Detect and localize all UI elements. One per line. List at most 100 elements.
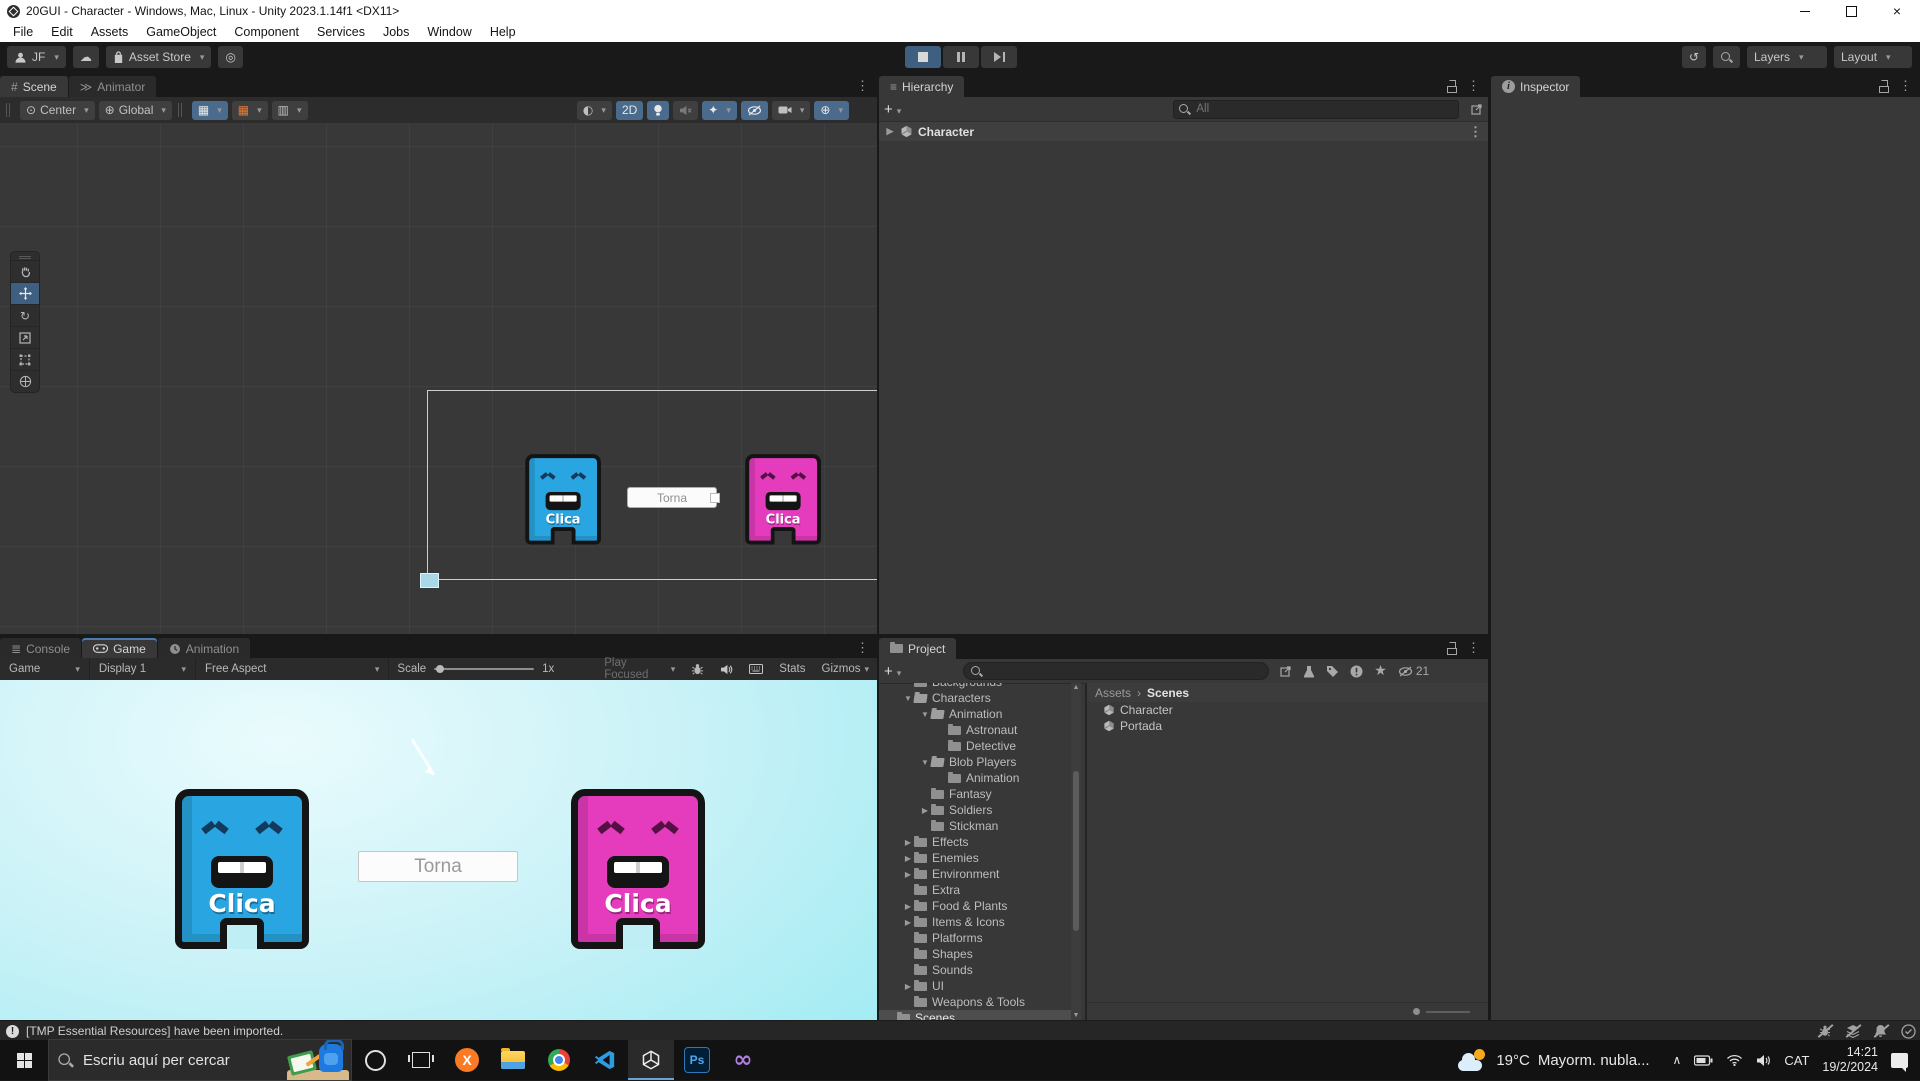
project-tree-item[interactable]: ▼Characters: [879, 690, 1077, 706]
clock[interactable]: 14:21 19/2/2024: [1822, 1045, 1878, 1075]
project-tree-item[interactable]: ▶Items & Icons: [879, 914, 1077, 930]
tab-console[interactable]: ≣ Console: [0, 638, 81, 659]
shading-mode-dropdown[interactable]: ◐: [577, 101, 612, 120]
expand-arrow-icon[interactable]: ▶: [885, 126, 895, 137]
audio-toggle[interactable]: [673, 101, 698, 120]
rect-tool[interactable]: [11, 348, 39, 370]
search-by-label-icon[interactable]: [1326, 665, 1339, 678]
project-tree-item[interactable]: ▼Blob Players: [879, 754, 1077, 770]
step-button[interactable]: [981, 46, 1017, 68]
breadcrumb-current[interactable]: Scenes: [1147, 686, 1189, 700]
project-tree-item[interactable]: ▶Effects: [879, 834, 1077, 850]
search-by-type-icon[interactable]: [1303, 665, 1315, 678]
character-blue-scene[interactable]: Clica: [523, 453, 603, 545]
torna-button-game[interactable]: Torna: [358, 851, 518, 882]
debugger-disabled-icon[interactable]: [1818, 1024, 1832, 1038]
project-tree-item[interactable]: Backgrounds: [879, 683, 1077, 690]
menu-edit[interactable]: Edit: [42, 25, 82, 39]
tree-arrow-icon[interactable]: ▶: [919, 806, 931, 815]
tools-grip[interactable]: [11, 252, 39, 260]
tab-scene[interactable]: # Scene: [0, 76, 68, 97]
project-tree-item[interactable]: ▶Enemies: [879, 850, 1077, 866]
project-tree-item[interactable]: Astronaut: [879, 722, 1077, 738]
project-tree-item[interactable]: ▶Environment: [879, 866, 1077, 882]
cloud-services-button[interactable]: ☁: [73, 46, 99, 68]
wifi-icon[interactable]: [1726, 1054, 1743, 1066]
snap-increment-button[interactable]: ▦: [232, 101, 268, 120]
maximize-button[interactable]: [1828, 0, 1874, 22]
vsync-button[interactable]: [741, 658, 771, 680]
character-pink-game[interactable]: Clica: [567, 787, 709, 949]
menu-assets[interactable]: Assets: [82, 25, 138, 39]
tree-arrow-icon[interactable]: ▶: [902, 902, 914, 911]
lock-icon[interactable]: [1878, 80, 1889, 92]
ui-anchor-handle[interactable]: [710, 493, 720, 503]
project-menu-kebab[interactable]: ⋮: [1467, 640, 1480, 656]
menu-window[interactable]: Window: [418, 25, 480, 39]
tree-scrollbar[interactable]: ▲ ▼: [1071, 683, 1081, 1020]
project-tree-item[interactable]: Platforms: [879, 930, 1077, 946]
project-search[interactable]: [963, 662, 1269, 680]
hierarchy-search[interactable]: [1173, 100, 1459, 119]
notifications-disabled-icon[interactable]: [1874, 1024, 1887, 1038]
zoom-slider-knob[interactable]: [1413, 1008, 1420, 1015]
hand-tool[interactable]: [11, 260, 39, 282]
project-tree-item[interactable]: Extra: [879, 882, 1077, 898]
menu-services[interactable]: Services: [308, 25, 374, 39]
scene-row-kebab[interactable]: ⋮: [1469, 124, 1482, 140]
project-tree-item[interactable]: Stickman: [879, 818, 1077, 834]
file-item[interactable]: Character: [1087, 702, 1488, 718]
inspector-menu-kebab[interactable]: ⋮: [1899, 78, 1912, 94]
close-button[interactable]: ×: [1874, 0, 1920, 22]
character-blue-game[interactable]: Clica: [171, 787, 313, 949]
mode-2d-toggle[interactable]: 2D: [616, 101, 643, 120]
start-button[interactable]: [0, 1040, 48, 1080]
undo-history-button[interactable]: ↺: [1682, 46, 1706, 68]
volume-icon[interactable]: [1756, 1054, 1771, 1067]
scale-slider[interactable]: [434, 668, 534, 670]
project-tree-item[interactable]: Fantasy: [879, 786, 1077, 802]
grid-settings-button[interactable]: ▥: [272, 101, 308, 120]
menu-help[interactable]: Help: [481, 25, 525, 39]
scale-tool[interactable]: [11, 326, 39, 348]
project-search-input[interactable]: [986, 664, 1262, 678]
background-tasks-icon[interactable]: [1901, 1024, 1916, 1039]
hidden-objects-toggle[interactable]: [741, 101, 768, 120]
favorites-icon[interactable]: ★: [1374, 663, 1387, 679]
tree-arrow-icon[interactable]: ▶: [902, 854, 914, 863]
play-focused-dropdown[interactable]: Play Focused▾: [596, 658, 683, 680]
menu-component[interactable]: Component: [225, 25, 308, 39]
scale-slider-knob[interactable]: [436, 665, 444, 673]
unity-taskbar-button[interactable]: [628, 1040, 674, 1080]
rect-tool-handle[interactable]: [420, 573, 439, 588]
create-object-dropdown[interactable]: +: [884, 101, 901, 118]
aspect-dropdown[interactable]: Free Aspect▾: [196, 658, 389, 680]
hierarchy-menu-kebab[interactable]: ⋮: [1467, 78, 1480, 94]
lock-icon[interactable]: [1446, 642, 1457, 654]
hierarchy-scene-row[interactable]: ▶ Character ⋮: [879, 122, 1488, 141]
transform-tool[interactable]: [11, 370, 39, 392]
hidden-count-toggle[interactable]: 21: [1398, 664, 1429, 678]
rotate-tool[interactable]: ↻: [11, 304, 39, 326]
move-tool[interactable]: [11, 282, 39, 304]
game-menu-kebab[interactable]: ⋮: [856, 640, 869, 656]
scene-gizmo-dropdown[interactable]: ⊕: [814, 101, 849, 120]
layers-dropdown[interactable]: Layers: [1747, 46, 1827, 68]
taskbar-search[interactable]: [48, 1039, 352, 1081]
file-explorer-button[interactable]: [490, 1040, 536, 1080]
cache-disabled-icon[interactable]: [1846, 1024, 1860, 1038]
tray-expand-chevron[interactable]: ∧: [1673, 1053, 1682, 1067]
grid-snap-button[interactable]: ▦: [192, 101, 228, 120]
scene-viewport[interactable]: Clica Torna Clica ↻: [0, 123, 877, 634]
project-tree-item[interactable]: Shapes: [879, 946, 1077, 962]
scroll-down-icon[interactable]: ▼: [1071, 1012, 1081, 1019]
tree-arrow-icon[interactable]: ▶: [902, 838, 914, 847]
debug-button[interactable]: [683, 658, 712, 680]
layout-dropdown[interactable]: Layout: [1834, 46, 1912, 68]
account-dropdown[interactable]: JF: [7, 46, 66, 68]
global-search-button[interactable]: [1713, 46, 1740, 68]
unity-hub-button[interactable]: ◎: [218, 46, 242, 68]
gizmos-dropdown[interactable]: Gizmos▾: [814, 658, 878, 680]
taskbar-search-input[interactable]: [81, 1051, 260, 1070]
project-tree-item[interactable]: Sounds: [879, 962, 1077, 978]
